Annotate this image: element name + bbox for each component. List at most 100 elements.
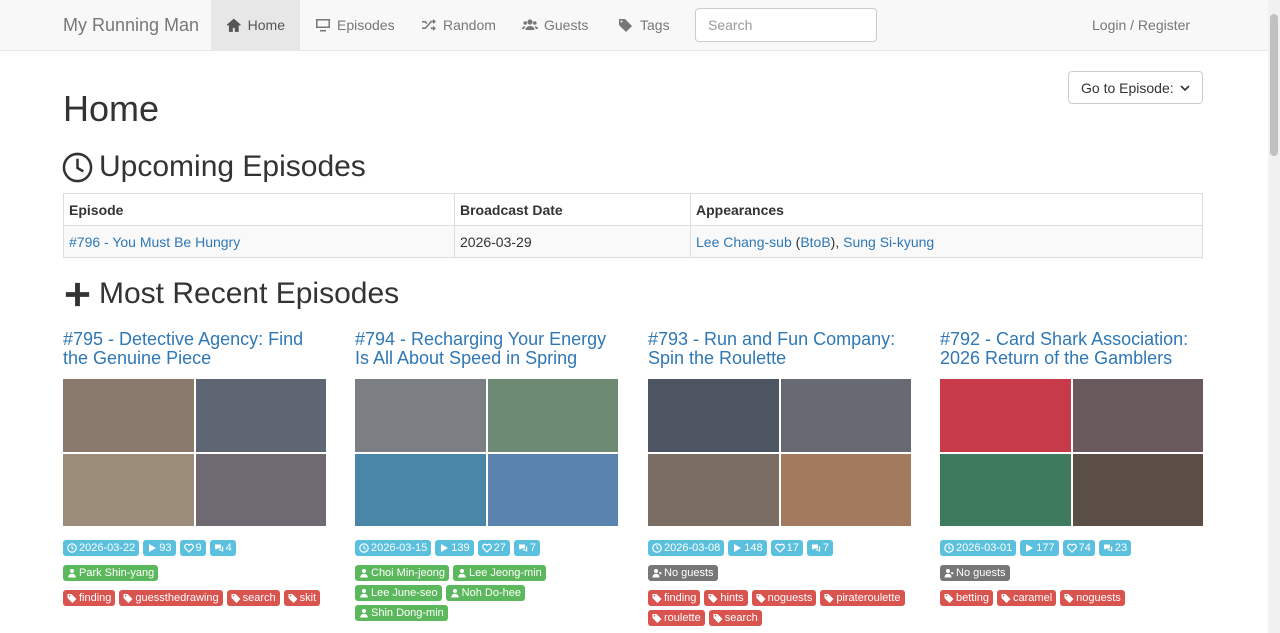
nav-tags[interactable]: Tags [603,0,685,50]
login-register-link[interactable]: Login / Register [1077,0,1205,50]
tags-icon [619,19,632,32]
nav-guests[interactable]: Guests [507,0,603,50]
guest-badge[interactable]: Park Shin-yang [63,565,159,581]
guest-link[interactable]: Lee Chang-sub [696,234,792,250]
col-appearances: Appearances [690,193,1203,226]
comments-icon [518,544,528,552]
badge-text: 177 [1036,542,1055,554]
tag-badge[interactable]: noguests [751,590,817,606]
badge-text: hints [720,592,744,604]
badge-text: Lee June-seo [371,587,438,599]
tag-badge[interactable]: search [226,590,280,606]
likes-badge: 27 [477,540,510,556]
tag-badge[interactable]: finding [648,590,701,606]
badge-text: search [724,612,758,624]
search-input[interactable] [695,8,877,42]
tag-icon [123,594,133,603]
upcoming-heading: Upcoming Episodes [62,150,366,184]
badge-text: 4 [225,542,232,554]
date-cell: 2026-03-29 [454,225,691,258]
tags-row: finding hints noguests pirateroulette roulet… [648,590,911,626]
scrollbar-thumb[interactable] [1270,14,1278,156]
clock-icon [62,152,93,182]
nav-home-label: Home [247,17,285,33]
episode-title-link[interactable]: #795 - Detective Agency: Find the Genuin… [63,330,326,379]
tag-badge[interactable]: finding [63,590,116,606]
badge-text: finding [79,592,112,604]
episode-cell: #796 - You Must Be Hungry [63,225,455,258]
tag-badge[interactable]: skit [283,590,321,606]
stats-row: 2026-03-22 93 9 4 [63,540,326,556]
tag-icon [1001,594,1011,603]
episode-title-link[interactable]: #792 - Card Shark Association: 2026 Retu… [940,330,1203,379]
guests-row: Choi Min-jeong Lee Jeong-min Lee June-seo N… [355,565,618,621]
nav-episodes[interactable]: Episodes [300,0,410,50]
guests-row: No guests [940,565,1203,581]
stats-row: 2026-03-08 148 17 7 [648,540,911,556]
episode-link[interactable]: #796 - You Must Be Hungry [69,234,240,250]
tag-icon [824,594,834,603]
tag-badge[interactable]: search [708,610,762,626]
tags-row: betting caramel noguests [940,590,1203,606]
tag-badge[interactable]: guessthedrawing [119,590,223,606]
likes-badge: 74 [1062,540,1095,556]
guest-badge[interactable]: Noh Do-hee [445,585,525,601]
episode-thumbnail[interactable] [648,379,911,526]
episode-title-link[interactable]: #793 - Run and Fun Company: Spin the Rou… [648,330,911,379]
stats-row: 2026-03-01 177 74 23 [940,540,1203,556]
guest-badge[interactable]: Choi Min-jeong [355,565,449,581]
tag-badge[interactable]: hints [704,590,748,606]
guest-badge[interactable]: Lee Jeong-min [452,565,546,581]
tag-badge[interactable]: pirateroulette [820,590,905,606]
episode-thumbnail[interactable] [940,379,1203,526]
user-icon [458,569,466,578]
episode-thumbnail[interactable] [63,379,326,526]
badge-text: Park Shin-yang [79,567,155,579]
tag-icon [1064,594,1074,603]
tag-badge[interactable]: caramel [997,590,1057,606]
tag-icon [756,594,766,603]
scrollbar[interactable] [1268,0,1280,633]
clock-icon [67,543,77,553]
badge-text: No guests [664,567,714,579]
comments-badge: 23 [1098,540,1132,556]
guest-badge[interactable]: Lee June-seo [355,585,442,601]
tags-row: finding guessthedrawing search skit [63,590,326,606]
clock-icon [944,543,954,553]
badge-text: noguests [767,592,813,604]
tag-badge[interactable]: noguests [1060,590,1125,606]
brand-link[interactable]: My Running Man [63,15,199,36]
tag-badge[interactable]: betting [940,590,994,606]
group-link[interactable]: BtoB [800,234,830,250]
tag-icon [708,594,718,603]
badge-text: No guests [956,567,1006,579]
chevron-down-icon [1180,84,1190,91]
likes-badge: 9 [179,540,206,556]
user-icon [68,569,76,578]
guest-badge[interactable]: Shin Dong-min [355,605,448,621]
nav-home[interactable]: Home [211,0,300,50]
tag-badge[interactable]: roulette [648,610,705,626]
badge-text: pirateroulette [836,592,901,604]
comments-icon [811,544,821,552]
date-badge: 2026-03-15 [355,540,432,556]
col-broadcast-date: Broadcast Date [454,193,691,226]
badge-text: 2026-03-15 [371,542,428,554]
tag-icon [652,594,662,603]
heart-icon [774,543,785,553]
guest-link[interactable]: Sung Si-kyung [843,234,934,250]
episode-title-link[interactable]: #794 - Recharging Your Energy Is All Abo… [355,330,618,379]
episode-thumbnail[interactable] [355,379,618,526]
episode-card: #794 - Recharging Your Energy Is All Abo… [355,330,618,621]
page-title: Home [63,88,160,129]
home-icon [226,18,241,32]
badge-text: 2026-03-08 [664,542,721,554]
shuffle-icon [422,19,436,31]
badge-text: 27 [493,542,506,554]
comments-icon [214,544,223,552]
badge-text: Noh Do-hee [461,587,521,599]
heart-icon [481,543,492,553]
nav-random[interactable]: Random [406,0,511,50]
go-to-episode-select[interactable]: Go to Episode: [1068,71,1203,104]
nav-guests-label: Guests [544,17,589,33]
